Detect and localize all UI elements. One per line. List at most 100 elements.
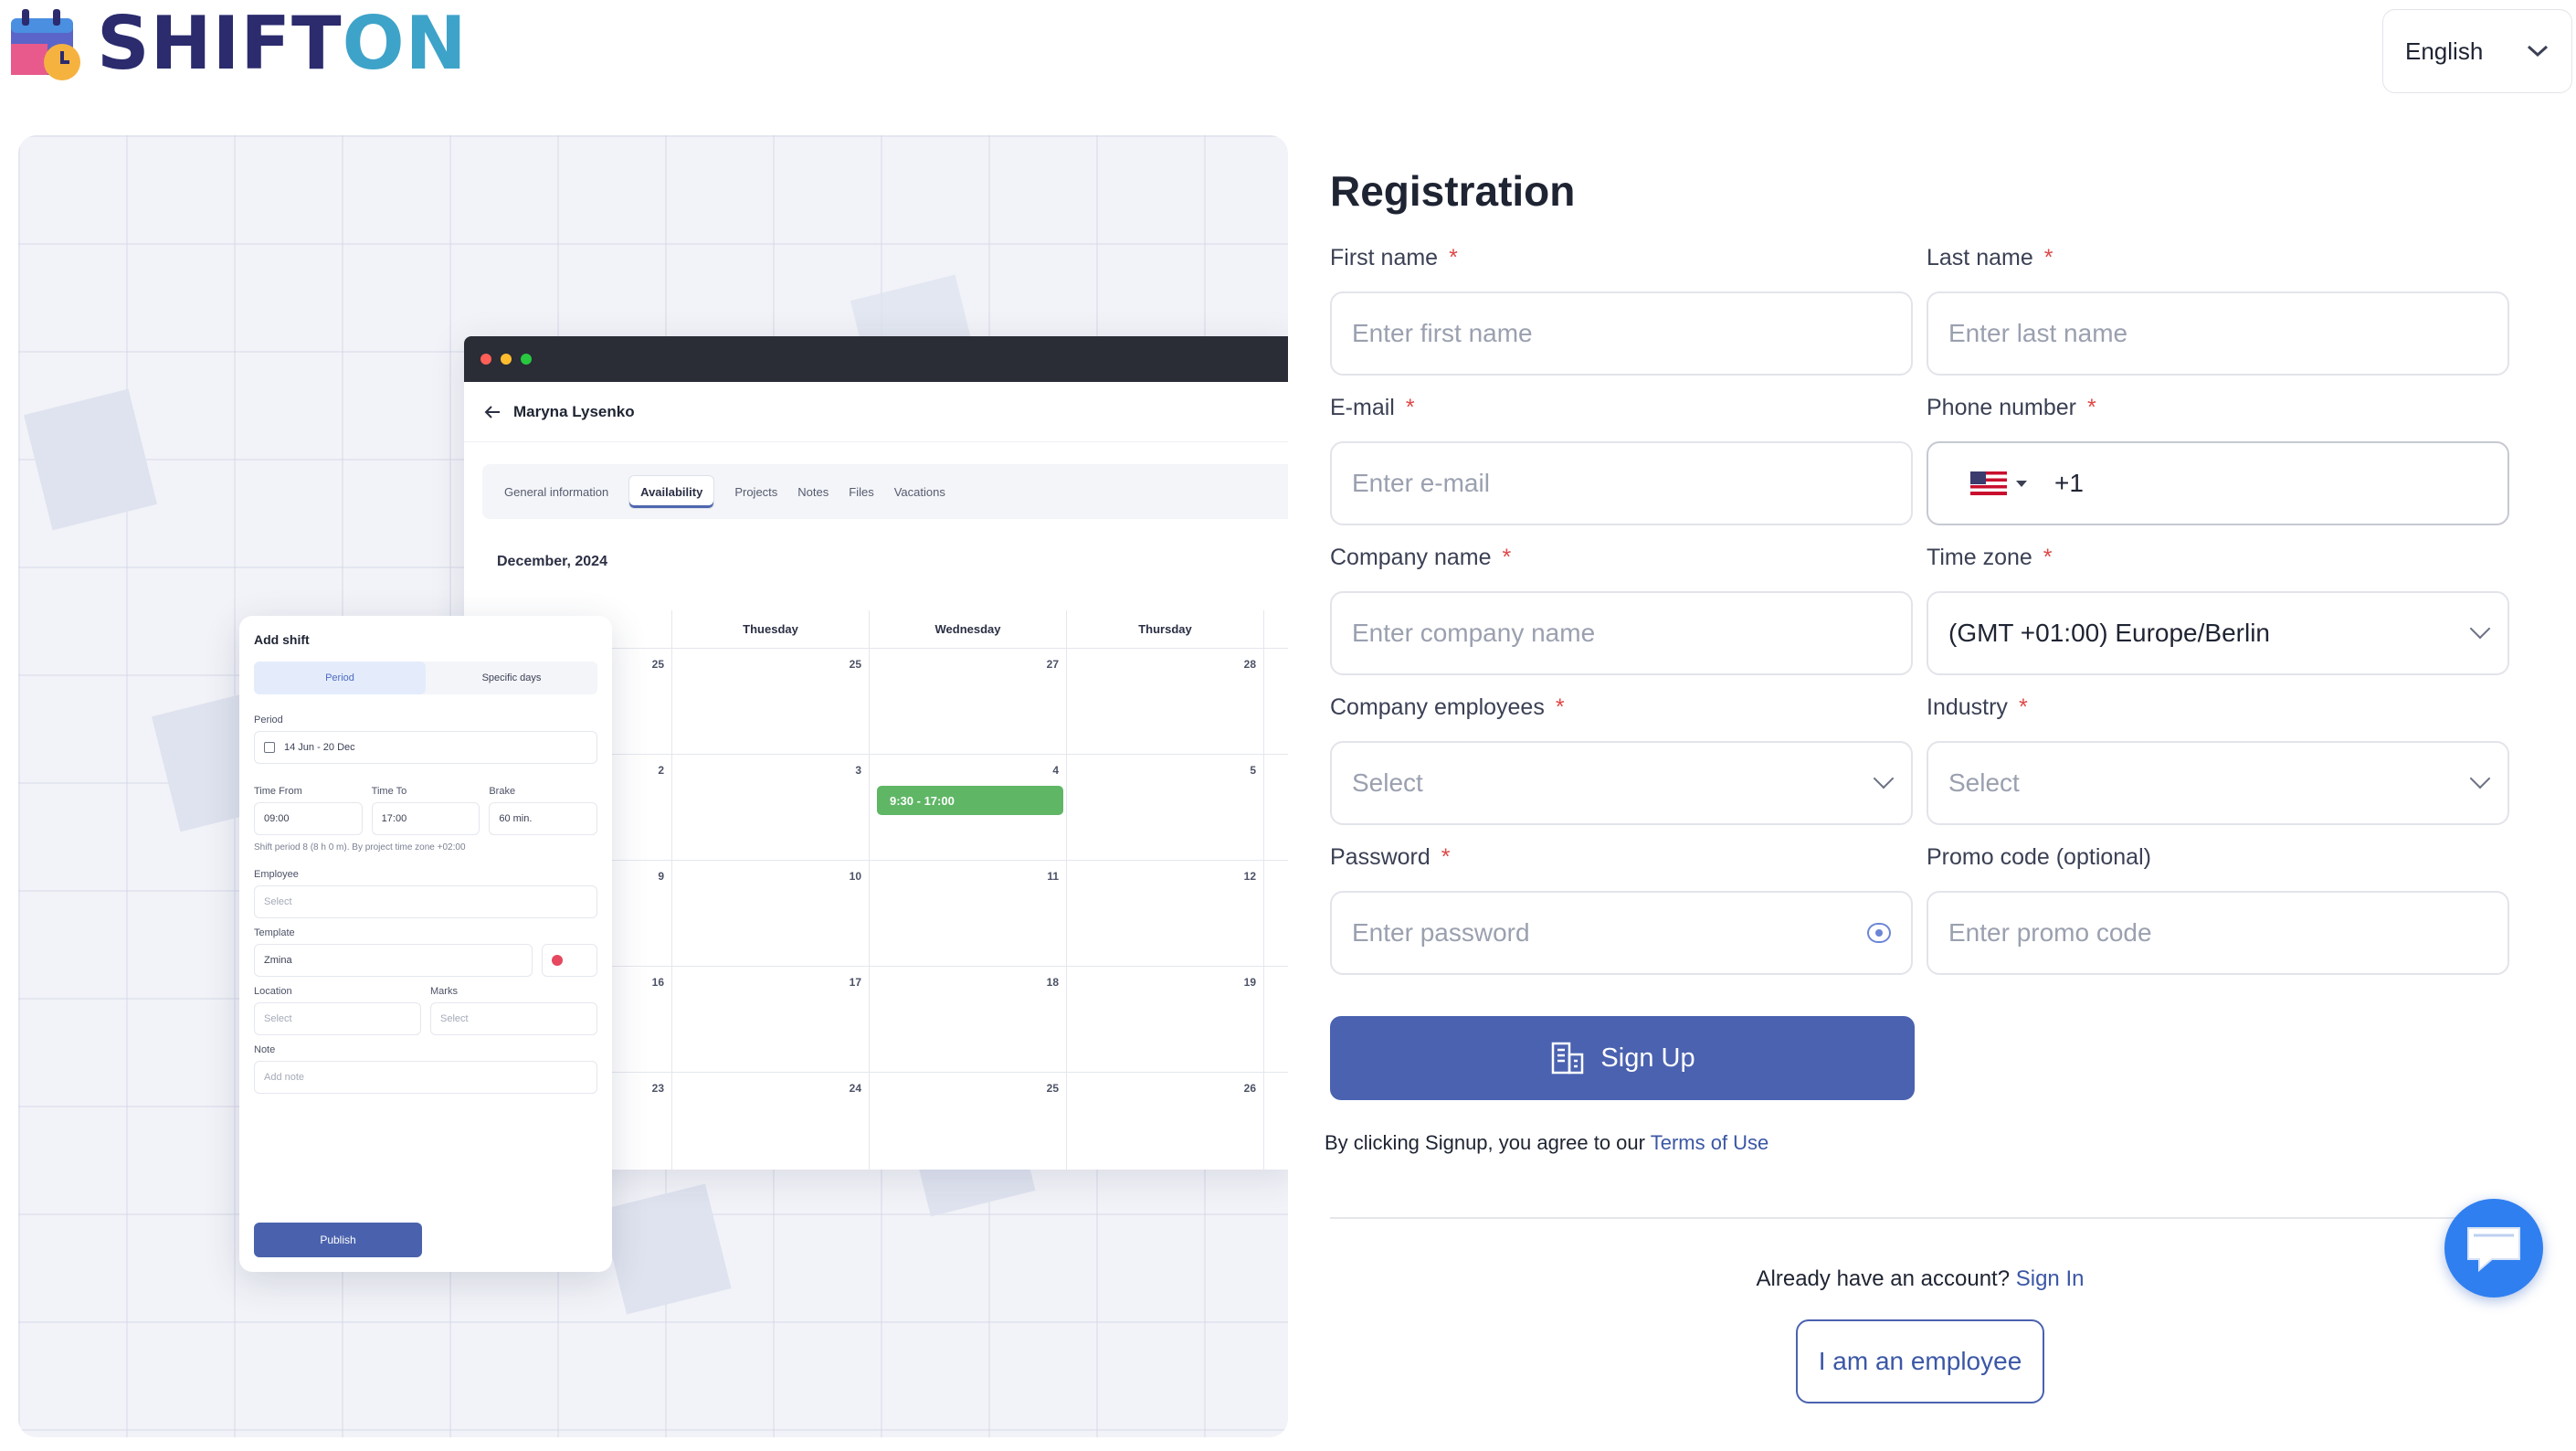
time-from-label: Time From	[254, 786, 302, 797]
building-icon	[1552, 1042, 1584, 1075]
time-to-label: Time To	[371, 786, 407, 797]
signin-prompt: Already have an account? Sign In	[1330, 1266, 2510, 1292]
chevron-down-icon	[2527, 45, 2549, 58]
password-label: Password *	[1330, 843, 1451, 870]
chevron-down-icon	[1873, 768, 1895, 789]
signin-prefix: Already have an account?	[1756, 1266, 2016, 1291]
required-mark: *	[2018, 694, 2028, 720]
weekday-label: Thuesday	[672, 610, 870, 648]
employees-select[interactable]: Select	[1330, 741, 1913, 825]
tab-availability: Availability	[628, 474, 715, 509]
last-name-label: Last name *	[1927, 244, 2053, 270]
window-close-dot	[480, 354, 491, 365]
color-dot-icon	[552, 955, 563, 966]
calendar-day: 17	[672, 967, 870, 1072]
logo-text-on: ON	[342, 1, 468, 86]
required-mark: *	[1449, 244, 1458, 270]
calendar-week-row: 16 17 18 19	[581, 967, 1288, 1073]
eye-icon[interactable]	[1867, 923, 1891, 943]
employee-header: Maryna Lysenko	[464, 382, 1288, 442]
password-input[interactable]: Enter password	[1330, 891, 1913, 975]
page-title: Registration	[1330, 167, 1576, 215]
required-mark: *	[1405, 394, 1415, 420]
weekday-label: Wednesday	[870, 610, 1067, 648]
segment-period: Period	[254, 662, 426, 694]
phone-input[interactable]: +1	[1927, 441, 2509, 525]
note-field: Add note	[254, 1061, 597, 1094]
email-input[interactable]: Enter e-mail	[1330, 441, 1913, 525]
promo-illustration: Maryna Lysenko General information Avail…	[18, 135, 1288, 1437]
decor-tile	[600, 1183, 732, 1315]
promo-code-input[interactable]: Enter promo code	[1927, 891, 2509, 975]
required-mark: *	[1555, 694, 1565, 720]
logo-wordmark: SHIFTON	[97, 7, 468, 80]
required-mark: *	[2043, 544, 2053, 570]
calendar-day: 28	[1067, 649, 1264, 754]
tab-vacations: Vacations	[893, 484, 945, 499]
period-label: Period	[254, 715, 283, 726]
divider	[1330, 1217, 2486, 1219]
calendar-day: 11	[870, 861, 1067, 966]
calendar-day: 12	[1067, 861, 1264, 966]
calendar-week-row: 23 24 25 26	[581, 1073, 1288, 1170]
marks-select: Select	[430, 1002, 597, 1035]
calendar-month: December, 2024	[497, 554, 607, 569]
language-value: English	[2405, 37, 2484, 65]
employee-button[interactable]: I am an employee	[1796, 1319, 2044, 1403]
industry-group: Industry * Select	[1927, 694, 2509, 825]
availability-calendar: y Thuesday Wednesday Thursday 25 25 27 2…	[581, 610, 1288, 1170]
language-select[interactable]: English	[2382, 9, 2572, 93]
shifton-logo[interactable]: SHIFTON	[9, 7, 468, 80]
back-arrow-icon	[484, 405, 500, 418]
terms-link[interactable]: Terms of Use	[1651, 1131, 1769, 1154]
country-dropdown-caret-icon[interactable]	[2016, 480, 2027, 487]
timezone-select[interactable]: (GMT +01:00) Europe/Berlin	[1927, 591, 2509, 675]
chat-widget-button[interactable]	[2444, 1199, 2543, 1297]
last-name-group: Last name * Enter last name	[1927, 244, 2509, 376]
add-shift-title: Add shift	[254, 632, 310, 647]
industry-select[interactable]: Select	[1927, 741, 2509, 825]
last-name-input[interactable]: Enter last name	[1927, 291, 2509, 376]
publish-button: Publish	[254, 1223, 422, 1257]
period-value: 14 Jun - 20 Dec	[284, 742, 355, 753]
industry-label: Industry *	[1927, 694, 2028, 720]
required-mark: *	[1502, 544, 1512, 570]
calendar-day: 18	[870, 967, 1067, 1072]
calendar-week-row: 9 10 11 12	[581, 861, 1288, 967]
segment-specific-days: Specific days	[481, 673, 542, 683]
calendar-day: 24	[672, 1073, 870, 1170]
company-group: Company name * Enter company name	[1330, 544, 1913, 675]
us-flag-icon[interactable]	[1970, 471, 2007, 495]
logo-text-shift: SHIFT	[97, 1, 343, 86]
company-input[interactable]: Enter company name	[1330, 591, 1913, 675]
employee-name: Maryna Lysenko	[513, 402, 635, 420]
calendar-week-row: 2 3 4 9:30 - 17:00 5	[581, 755, 1288, 861]
template-label: Template	[254, 927, 295, 938]
sign-up-button[interactable]: Sign Up	[1330, 1016, 1915, 1100]
color-select	[542, 944, 597, 977]
template-select: Zmina	[254, 944, 533, 977]
employee-label: Employee	[254, 869, 299, 880]
calendar-day: 5	[1067, 755, 1264, 860]
calendar-day: 4 9:30 - 17:00	[870, 755, 1067, 860]
window-titlebar	[464, 336, 1288, 382]
terms-text: By clicking Signup, you agree to our Ter…	[1325, 1131, 1768, 1155]
calendar-weekday-header: y Thuesday Wednesday Thursday	[581, 610, 1288, 649]
required-mark: *	[2043, 244, 2053, 270]
brake-label: Brake	[489, 786, 516, 797]
industry-placeholder: Select	[1948, 768, 2020, 797]
marks-label: Marks	[430, 986, 458, 997]
sign-in-link[interactable]: Sign In	[2016, 1266, 2085, 1291]
sign-up-label: Sign Up	[1600, 1043, 1695, 1073]
password-placeholder: Enter password	[1352, 918, 1530, 947]
first-name-label: First name *	[1330, 244, 1458, 270]
employee-select: Select	[254, 885, 597, 918]
shift-period-hint: Shift period 8 (8 h 0 m). By project tim…	[254, 842, 466, 853]
email-group: E-mail * Enter e-mail	[1330, 394, 1913, 525]
chat-icon	[2467, 1227, 2520, 1273]
timezone-label: Time zone *	[1927, 544, 2053, 570]
phone-group: Phone number * +1	[1927, 394, 2509, 525]
first-name-input[interactable]: Enter first name	[1330, 291, 1913, 376]
calendar-day: 27	[870, 649, 1067, 754]
location-select: Select	[254, 1002, 421, 1035]
